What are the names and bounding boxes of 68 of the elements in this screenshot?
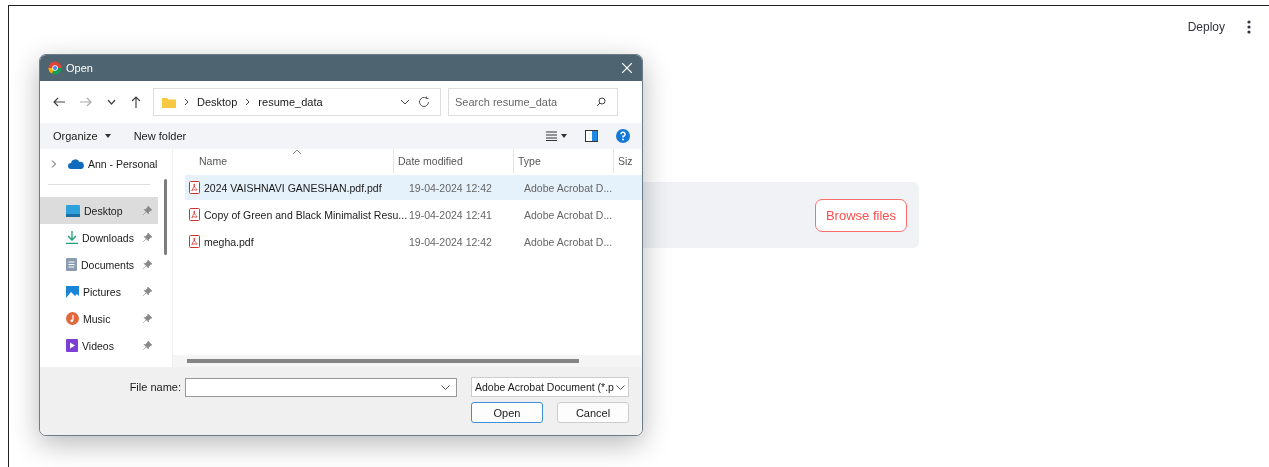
app-logo-icon [48, 61, 62, 75]
scrollbar-thumb[interactable] [187, 359, 579, 363]
file-row[interactable]: megha.pdf 19-04-2024 12:42 Adobe Acrobat D... [185, 229, 642, 254]
date-cell-text: 19-04-2024 12:41 [409, 208, 493, 221]
sort-caret-icon [293, 150, 301, 154]
recent-dropdown-icon[interactable] [107, 99, 116, 105]
file-name-label: File name: [129, 381, 181, 393]
type-cell-text: Adobe Acrobat D... [524, 235, 614, 248]
pdf-icon [189, 181, 200, 194]
nav-item[interactable]: Downloads [40, 224, 158, 251]
search-icon [596, 97, 606, 107]
pdf-icon [189, 235, 200, 248]
chevron-icon [184, 98, 189, 106]
caret-icon[interactable] [104, 134, 111, 138]
chevron-icon [245, 98, 251, 106]
preview-pane-icon[interactable] [585, 130, 598, 142]
file-type-dropdown[interactable]: Adobe Acrobat Document (*.p [471, 377, 629, 397]
desktop-icon [66, 204, 80, 217]
nav-item[interactable]: Ann - Personal [40, 153, 158, 175]
search-field[interactable]: Search resume_data [448, 88, 618, 116]
nav-item[interactable]: Documents [40, 251, 158, 278]
open-button[interactable]: Open [471, 402, 543, 423]
breadcrumb-item[interactable]: Desktop [197, 96, 238, 108]
caret-icon[interactable] [561, 134, 567, 138]
window-title: Open [66, 62, 93, 74]
breadcrumb-item[interactable]: resume_data [258, 96, 323, 108]
cloud-icon [68, 159, 84, 169]
nav-item[interactable]: Pictures [40, 278, 158, 305]
file-row[interactable]: 2024 VAISHNAVI GANESHAN.pdf.pdf 19-04-2024 12:42 Adobe Acrobat D... [185, 175, 642, 200]
nav-item[interactable]: Music [40, 305, 158, 332]
view-list-icon[interactable] [546, 131, 557, 141]
column-header[interactable]: Type [514, 149, 614, 173]
document-icon [66, 258, 77, 271]
column-header[interactable]: Date modified [394, 149, 514, 173]
cancel-button[interactable]: Cancel [557, 402, 629, 423]
up-icon[interactable] [131, 96, 141, 108]
file-name: Copy of Green and Black Minimalist Resu... [204, 208, 408, 221]
folder-icon [162, 96, 176, 108]
column-header[interactable]: Name [187, 149, 394, 173]
nav-item[interactable]: Videos [40, 332, 158, 359]
organize-menu[interactable]: Organize [50, 128, 101, 144]
video-icon [66, 339, 78, 352]
dropdown-icon[interactable] [400, 99, 410, 105]
download-icon [66, 231, 78, 244]
dropdown-icon [615, 384, 625, 390]
help-icon[interactable] [616, 129, 630, 143]
nav-item[interactable]: Desktop [40, 197, 158, 224]
new-folder-button[interactable]: New folder [130, 128, 190, 144]
column-header[interactable]: Siz [614, 149, 636, 173]
pdf-icon [189, 208, 200, 221]
date-cell-text: 19-04-2024 12:42 [409, 181, 493, 194]
type-cell-text: Adobe Acrobat D... [524, 181, 614, 194]
address-bar[interactable]: Desktop resume_data [153, 88, 441, 116]
back-icon[interactable] [53, 97, 65, 107]
more-menu-icon[interactable] [1247, 20, 1251, 34]
dropdown-icon[interactable] [441, 384, 450, 390]
file-row[interactable]: Copy of Green and Black Minimalist Resu... 19-04-2024 12:41 Adobe Acrobat D... [185, 202, 642, 227]
date-cell-text: 19-04-2024 12:42 [409, 235, 493, 248]
close-icon[interactable] [622, 63, 632, 73]
refresh-icon[interactable] [418, 96, 430, 108]
music-icon [66, 312, 79, 325]
deploy-button[interactable]: Deploy [1185, 18, 1227, 36]
picture-icon [66, 285, 79, 298]
file-name-field[interactable] [185, 377, 457, 397]
type-cell-text: Adobe Acrobat D... [524, 208, 614, 221]
scrollbar-thumb[interactable] [163, 179, 167, 255]
file-name: megha.pdf [204, 235, 254, 248]
file-name: 2024 VAISHNAVI GANESHAN.pdf.pdf [204, 181, 382, 194]
